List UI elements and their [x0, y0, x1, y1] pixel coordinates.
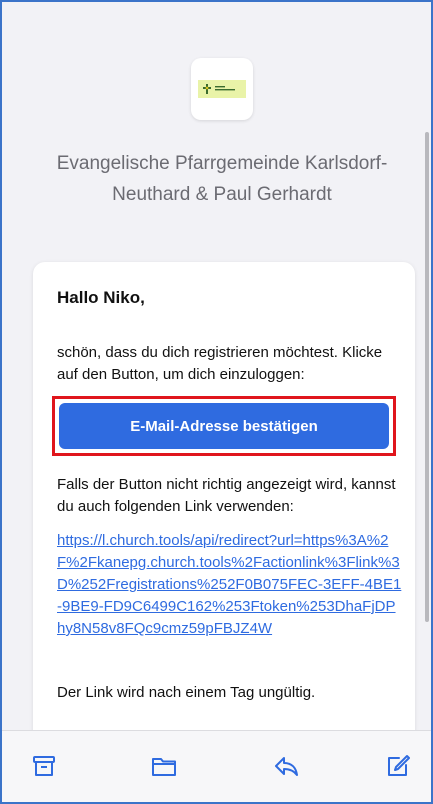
- archive-icon: [33, 756, 55, 776]
- scrollbar[interactable]: [425, 132, 429, 622]
- bottom-toolbar: [2, 730, 431, 802]
- greeting: Hallo Niko,: [57, 288, 145, 307]
- cross-logo-icon: [203, 84, 211, 94]
- archive-button[interactable]: [29, 751, 59, 781]
- mail-screen: Evangelische Pfarrgemeinde Karlsdorf-Neu…: [0, 0, 433, 804]
- intro-text: schön, dass du dich registrieren möchtes…: [57, 344, 383, 383]
- organization-logo: [191, 58, 253, 120]
- confirm-email-button[interactable]: E-Mail-Adresse bestätigen: [59, 403, 389, 449]
- logo-image: [198, 80, 246, 98]
- verification-link[interactable]: https://l.church.tools/api/redirect?url=…: [57, 530, 402, 640]
- logo-wordmark-icon: [215, 86, 235, 91]
- organization-name: Evangelische Pfarrgemeinde Karlsdorf-Neu…: [56, 153, 388, 205]
- fallback-text: Falls der Button nicht richtig angezeigt…: [57, 476, 396, 515]
- email-body[interactable]: Evangelische Pfarrgemeinde Karlsdorf-Neu…: [2, 2, 431, 730]
- compose-button[interactable]: [383, 751, 413, 781]
- folder-icon: [152, 758, 176, 776]
- reply-icon: [275, 757, 298, 776]
- expiry-text: Der Link wird nach einem Tag ungültig.: [57, 684, 316, 701]
- reply-button[interactable]: [271, 751, 301, 781]
- move-to-folder-button[interactable]: [149, 751, 179, 781]
- highlight-box: E-Mail-Adresse bestätigen: [52, 396, 396, 456]
- compose-icon: [388, 755, 410, 776]
- email-card: Hallo Niko, schön, dass du dich registri…: [33, 262, 415, 730]
